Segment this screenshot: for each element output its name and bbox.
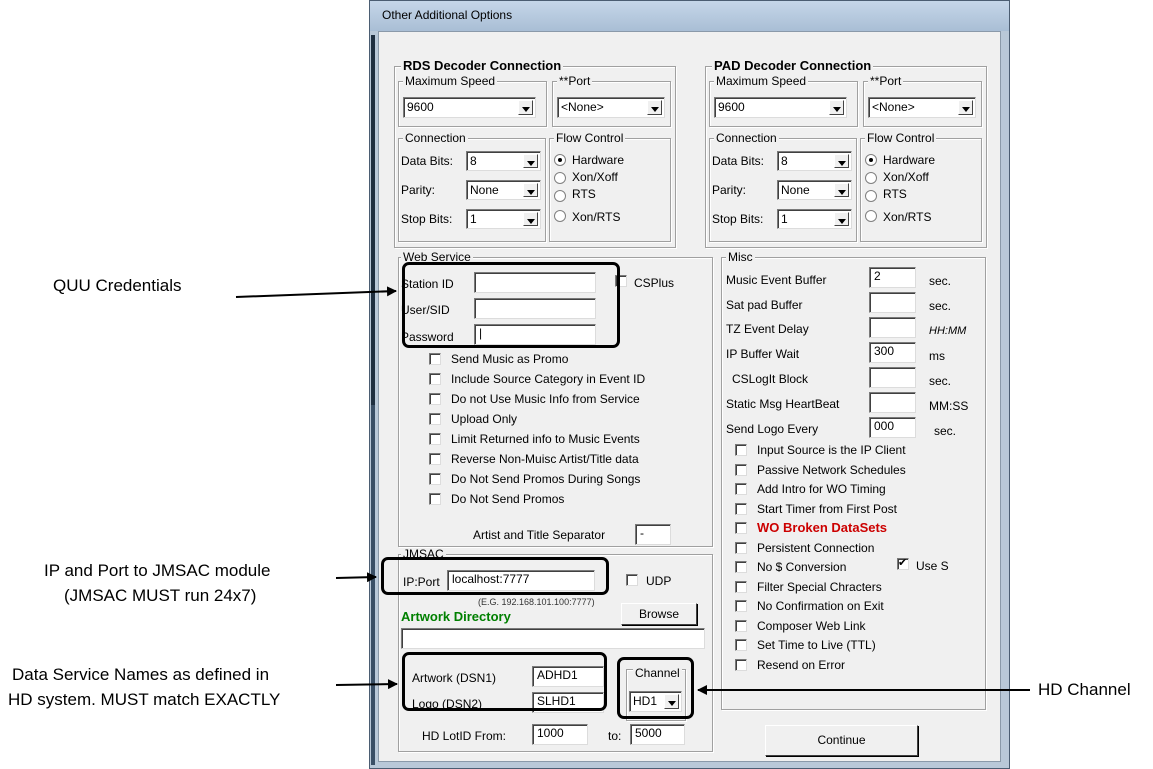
ip-port-annotation-sub: (JMSAC MUST run 24x7) — [64, 586, 257, 605]
hd-channel-annotation: HD Channel — [1038, 680, 1131, 699]
dsn-arrow — [335, 679, 398, 690]
dsn-annotation-sub: HD system. MUST match EXACTLY — [8, 690, 281, 709]
dsn-annotation: Data Service Names as defined in — [12, 665, 270, 684]
annotation-arrows — [235, 286, 1030, 695]
ip-port-annotation: IP and Port to JMSAC module — [44, 561, 271, 580]
quu-credentials-annotation: QUU Credentials — [53, 276, 182, 295]
ip-port-arrow — [335, 572, 377, 583]
quu-arrow — [235, 286, 397, 298]
